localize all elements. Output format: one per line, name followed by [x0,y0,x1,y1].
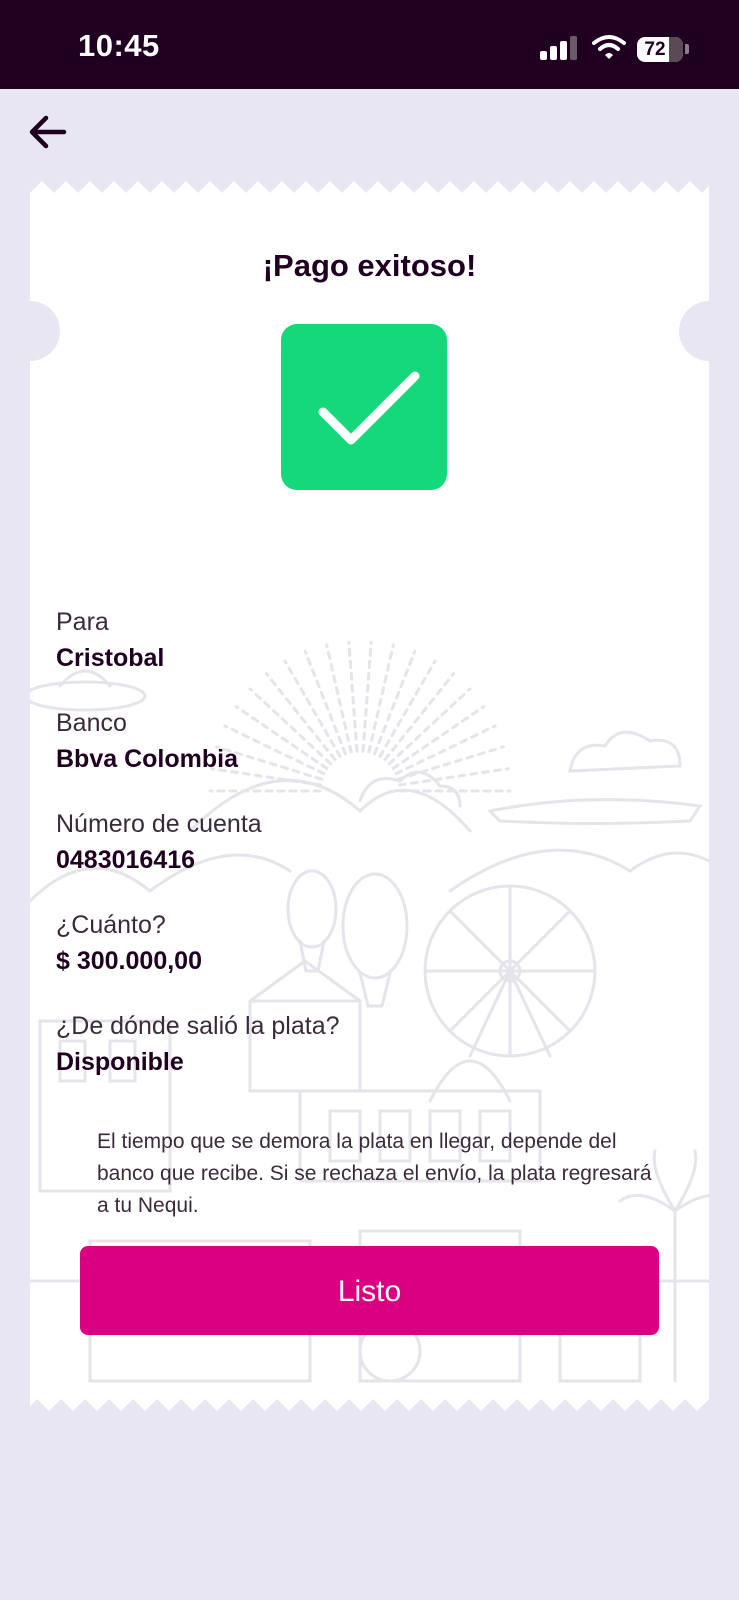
amount-value: $ 300.000,00 [56,947,202,975]
source-value: Disponible [56,1048,184,1076]
recipient-label: Para [56,608,109,636]
wifi-icon [592,35,626,59]
status-bar: 10:45 72 [0,0,739,89]
bank-label: Banco [56,709,127,737]
source-label: ¿De dónde salió la plata? [56,1012,340,1040]
success-badge [281,324,447,490]
signal-icon [540,36,577,60]
page-title: ¡Pago exitoso! [262,248,477,283]
done-button[interactable]: Listo [80,1246,659,1335]
info-note: El tiempo que se demora la plata en lleg… [97,1130,652,1217]
status-time: 10:45 [78,28,160,63]
amount-label: ¿Cuánto? [56,911,166,939]
battery-icon: 72 [637,37,683,62]
bank-value: Bbva Colombia [56,745,238,773]
arrow-left-icon[interactable] [24,110,72,154]
battery-level: 72 [644,39,666,60]
checkmark-icon [318,371,420,445]
recipient-value: Cristobal [56,644,165,672]
account-number-value: 0483016416 [56,846,196,874]
account-number-label: Número de cuenta [56,810,262,838]
